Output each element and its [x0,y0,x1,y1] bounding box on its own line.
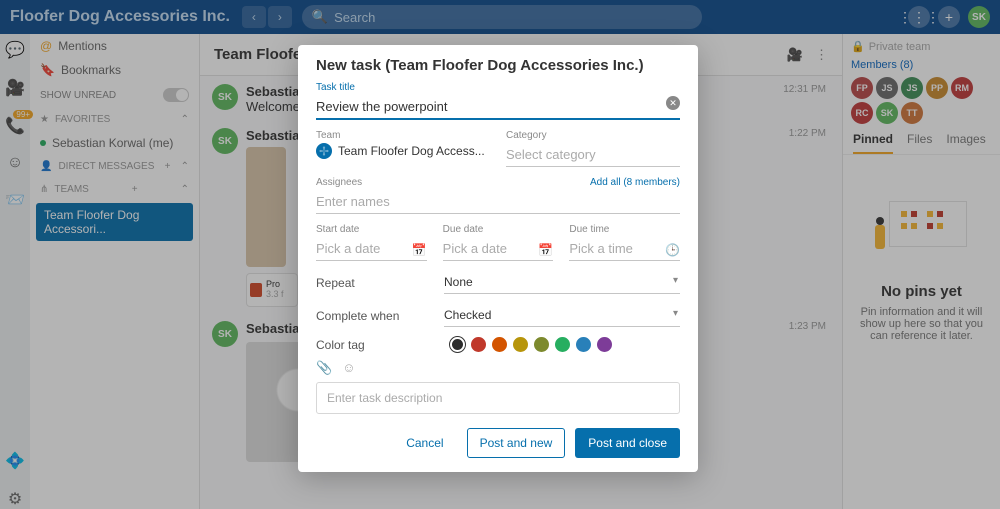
description-input[interactable]: Enter task description [316,382,680,414]
assignees-label: AssigneesAdd all (8 members) [316,177,680,188]
attachment-icon[interactable]: 📎 [316,360,332,376]
color-tag-option[interactable] [450,337,465,352]
start-date-input[interactable] [316,237,427,261]
color-tag-option[interactable] [471,337,486,352]
cancel-button[interactable]: Cancel [393,428,456,458]
color-tag-option[interactable] [597,337,612,352]
team-label: Team [316,130,490,141]
team-chip[interactable]: Team Floofer Dog Access... [316,143,490,159]
emoji-icon[interactable]: ☺ [342,360,355,376]
color-tag-option[interactable] [576,337,591,352]
due-date-label: Due date [443,224,554,235]
due-date-input[interactable] [443,237,554,261]
color-tag-option[interactable] [534,337,549,352]
color-tag-option[interactable] [492,337,507,352]
calendar-icon[interactable]: 📅 [412,243,427,257]
category-input[interactable] [506,143,680,167]
modal-title: New task (Team Floofer Dog Accessories I… [316,57,680,74]
team-icon [316,143,332,159]
color-tag-option[interactable] [555,337,570,352]
add-all-link[interactable]: Add all (8 members) [590,177,680,188]
color-tag-label: Color tag [316,338,444,352]
post-and-close-button[interactable]: Post and close [575,428,680,458]
task-title-label: Task title [316,82,680,93]
calendar-icon[interactable]: 📅 [538,243,553,257]
color-tag-option[interactable] [513,337,528,352]
due-time-label: Due time [569,224,680,235]
complete-when-select[interactable]: Checked [444,304,680,327]
due-time-input[interactable] [569,237,680,261]
clear-icon[interactable]: ✕ [666,96,680,110]
new-task-modal: New task (Team Floofer Dog Accessories I… [298,45,698,472]
repeat-select[interactable]: None [444,271,680,294]
assignees-input[interactable] [316,190,680,214]
task-title-input[interactable] [316,95,680,120]
clock-icon[interactable]: 🕒 [665,243,680,257]
post-and-new-button[interactable]: Post and new [467,428,566,458]
start-date-label: Start date [316,224,427,235]
repeat-label: Repeat [316,276,444,290]
complete-when-label: Complete when [316,309,444,323]
category-label: Category [506,130,680,141]
